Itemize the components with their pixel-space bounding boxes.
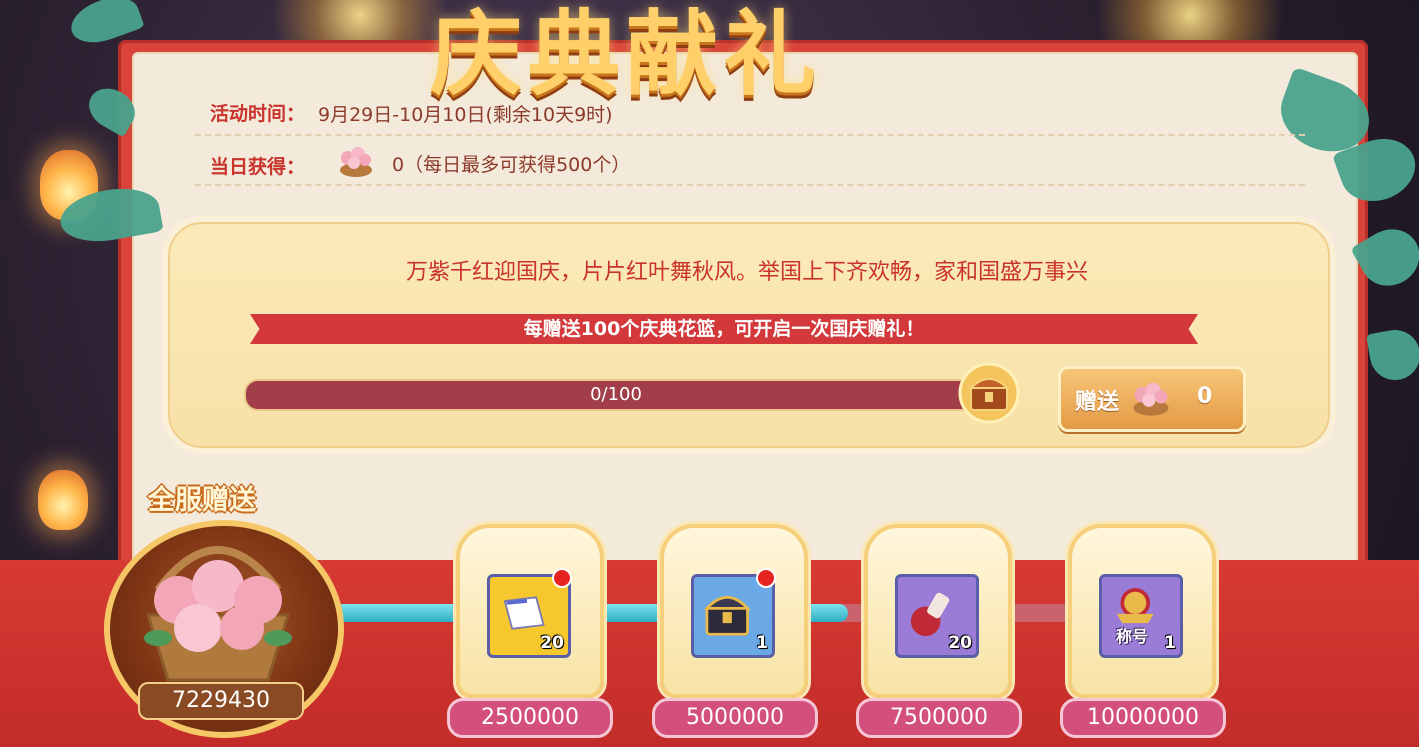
flower-basket-icon xyxy=(340,147,372,177)
reward-quantity: 1 xyxy=(1164,633,1176,653)
gift-rule-ribbon: 每赠送100个庆典花篮，可开启一次国庆赠礼！ xyxy=(250,314,1198,344)
event-time-label: 活动时间： xyxy=(210,103,306,125)
give-button-label: 赠送 xyxy=(1075,390,1120,415)
flower-basket-icon xyxy=(1133,382,1169,416)
reward-card[interactable]: 称号 1 xyxy=(1068,524,1216,698)
gift-chest-icon[interactable] xyxy=(958,362,1020,424)
global-total-count: 7229430 xyxy=(138,682,304,720)
reward-threshold: 7500000 xyxy=(856,698,1022,738)
notification-dot xyxy=(552,568,572,588)
daily-obtained-label: 当日获得： xyxy=(210,156,306,178)
title-badge-text: 称号 xyxy=(1116,627,1149,646)
global-gift-label: 全服赠送 xyxy=(148,485,256,516)
festival-motto: 万紫千红迎国庆，片片红叶舞秋风。举国上下齐欢畅，家和国盛万事兴 xyxy=(405,260,1088,285)
event-time-value: 9月29日-10月10日(剩余10天9时) xyxy=(318,104,613,126)
divider xyxy=(195,184,1305,186)
divider xyxy=(195,134,1305,136)
title-badge-icon: 称号 1 xyxy=(1099,574,1183,658)
give-count: 0 xyxy=(1197,384,1213,409)
reward-threshold: 2500000 xyxy=(447,698,613,738)
lantern-decoration xyxy=(38,470,88,530)
reward-card[interactable]: 1 xyxy=(660,524,808,698)
pine-leaf-decoration xyxy=(1366,326,1419,384)
reward-card[interactable]: 20 xyxy=(864,524,1012,698)
event-title: 庆典献礼 xyxy=(430,0,823,108)
reward-threshold: 5000000 xyxy=(652,698,818,738)
reward-quantity: 1 xyxy=(756,633,768,653)
potion-icon: 20 xyxy=(895,574,979,658)
give-flower-button[interactable]: 赠送 0 xyxy=(1058,366,1246,432)
flower-basket-icon xyxy=(144,546,292,682)
notification-dot xyxy=(756,568,776,588)
daily-obtained-value: 0（每日最多可获得500个） xyxy=(392,154,631,176)
reward-quantity: 20 xyxy=(948,633,972,653)
reward-threshold: 10000000 xyxy=(1060,698,1226,738)
personal-progress-bar: 0/100 xyxy=(244,379,988,411)
reward-card[interactable]: 20 xyxy=(456,524,604,698)
reward-quantity: 20 xyxy=(540,633,564,653)
